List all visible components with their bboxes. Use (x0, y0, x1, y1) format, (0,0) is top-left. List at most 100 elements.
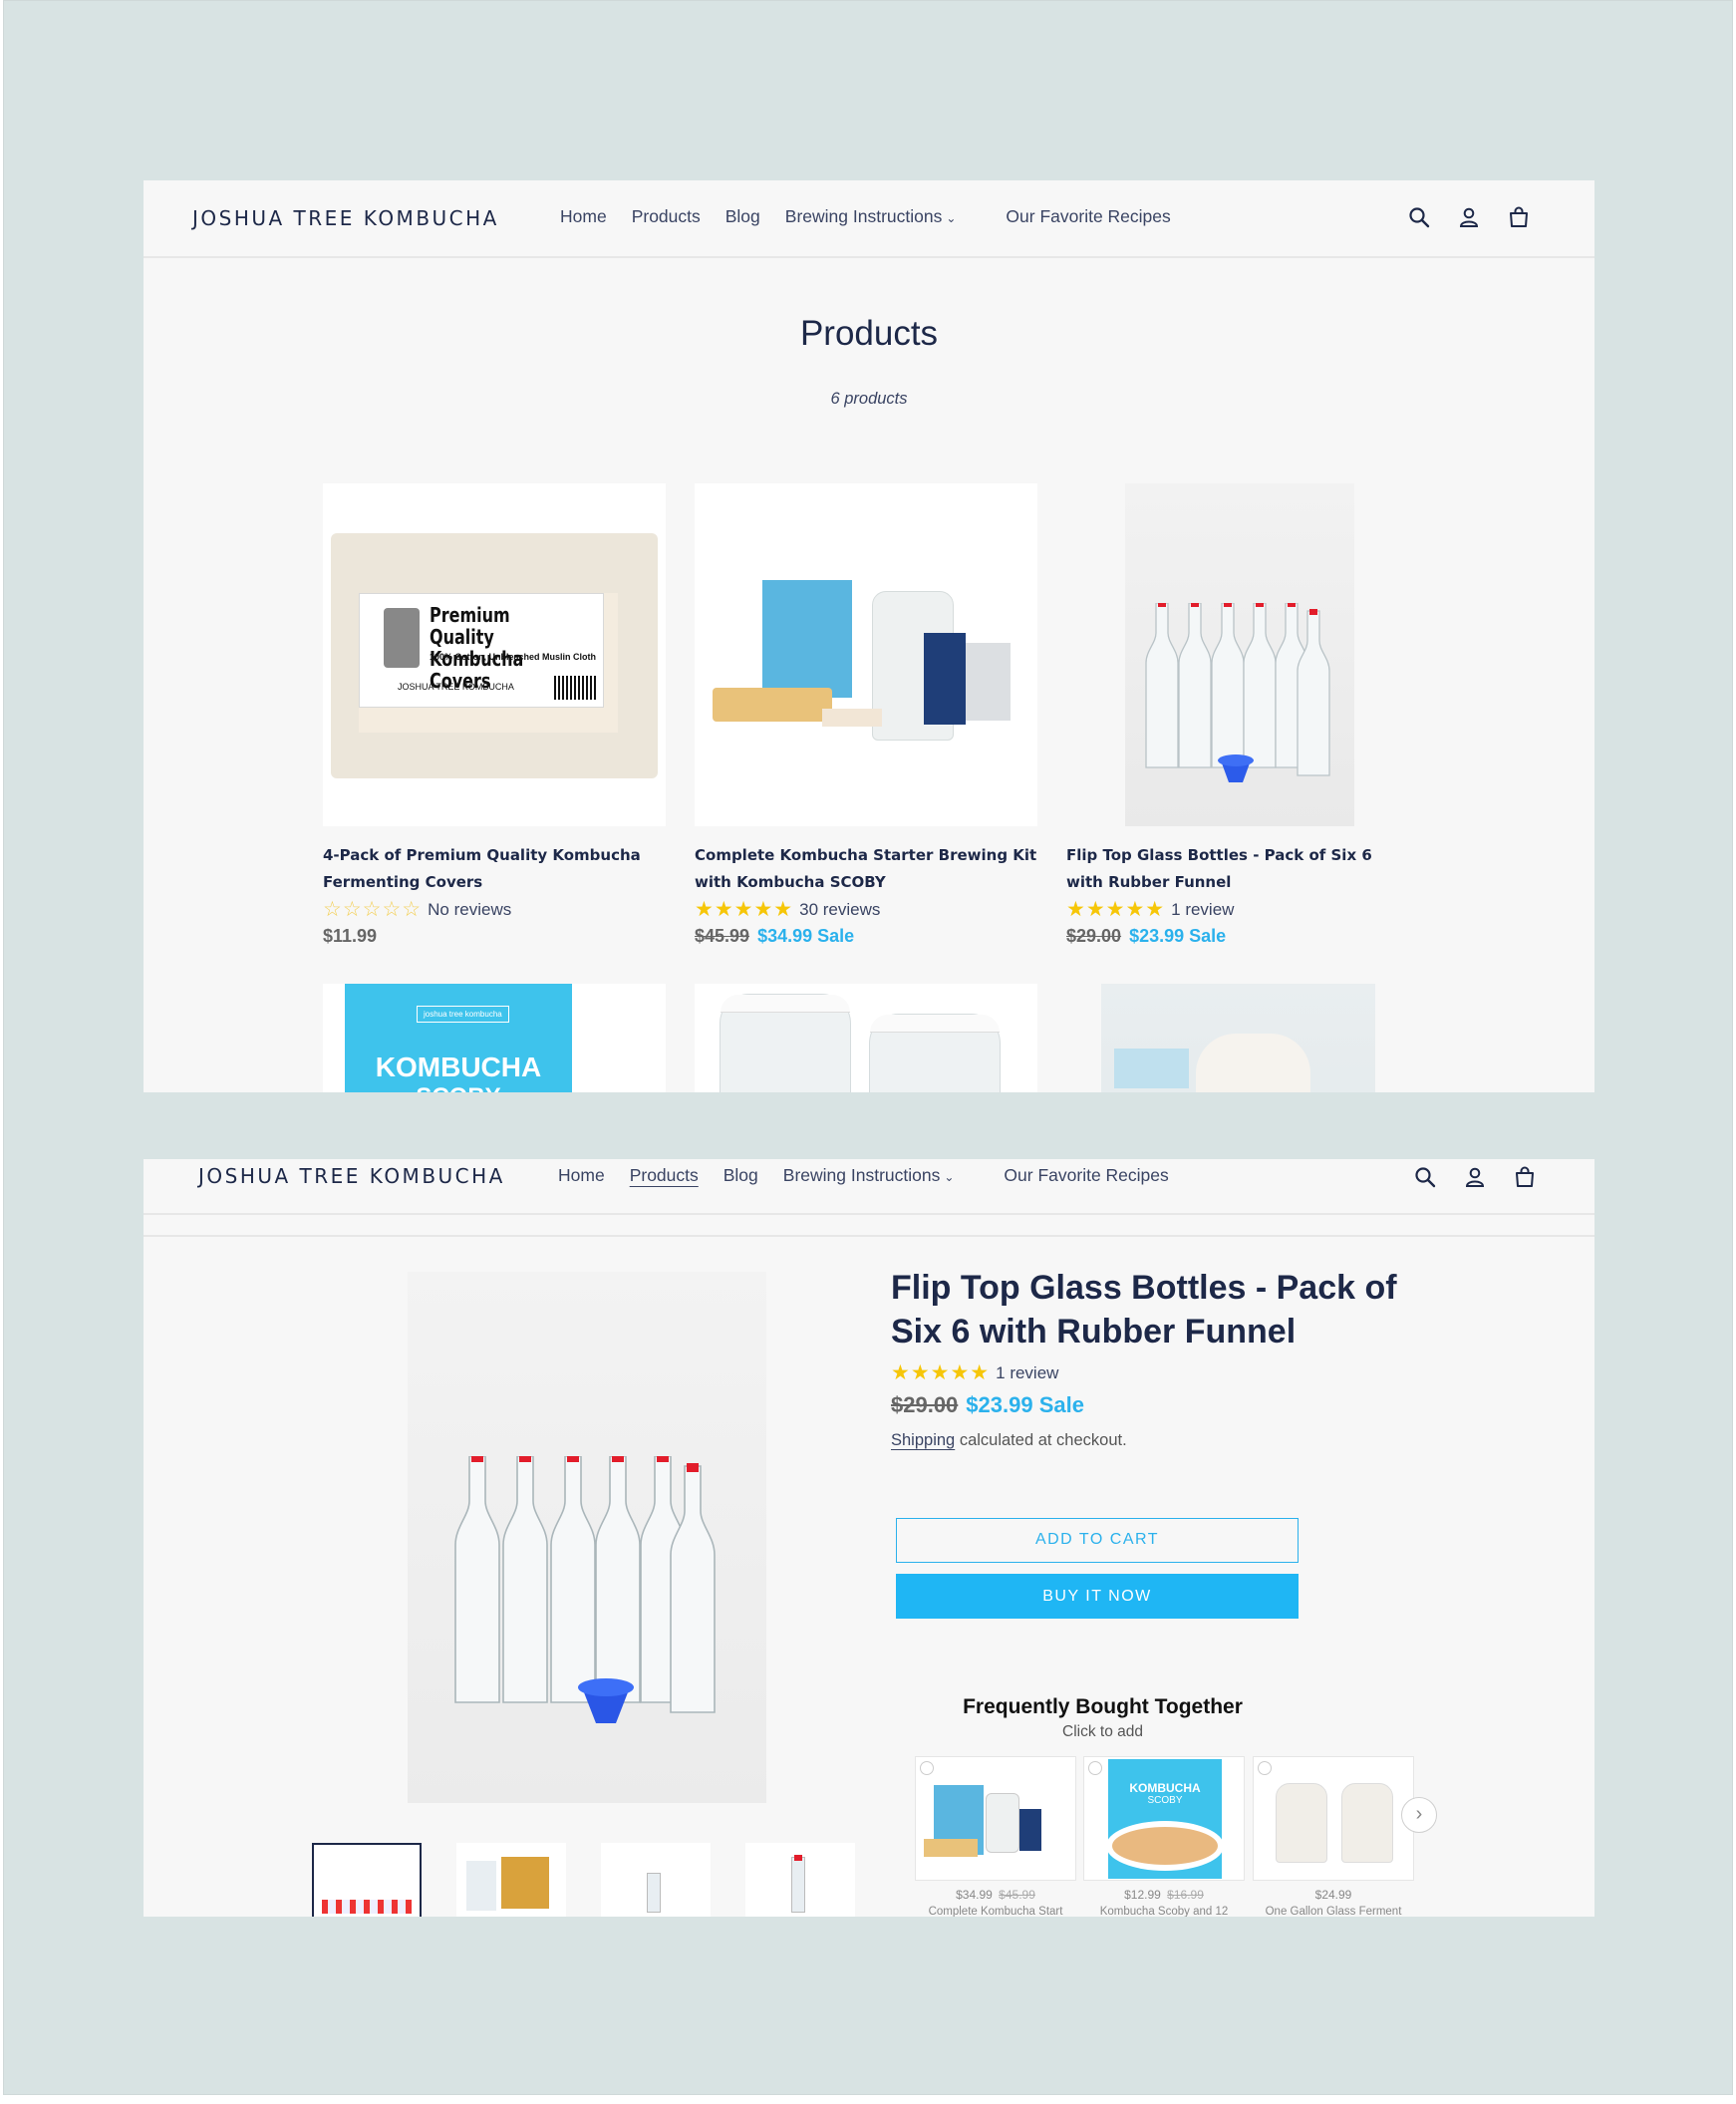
fbt-checkbox[interactable] (1088, 1761, 1102, 1775)
star-rating-icon: ★★★★★ (1066, 898, 1166, 921)
product-name[interactable]: Flip Top Glass Bottles - Pack of Six 6 w… (1066, 842, 1409, 896)
product-main-image[interactable] (408, 1272, 766, 1803)
product-image[interactable] (1066, 984, 1409, 1092)
product-name[interactable]: Complete Kombucha Starter Brewing Kit wi… (695, 842, 1037, 896)
product-price: $29.00 $23.99 Sale (1066, 923, 1409, 950)
shipping-text: calculated at checkout. (955, 1431, 1127, 1449)
collection-page-screenshot: JOSHUA TREE KOMBUCHA Home Products Blog … (144, 180, 1594, 1092)
fbt-item[interactable] (915, 1756, 1076, 1881)
fbt-subtitle: Click to add (1062, 1723, 1143, 1740)
fbt-item-name[interactable]: Complete Kombucha Start (915, 1906, 1076, 1917)
product-rating: ★★★★★ 30 reviews (695, 896, 1037, 923)
compare-price: $45.99 (695, 926, 750, 946)
package-title: KOMBUCHA (375, 1052, 542, 1082)
scoby-package-shape: joshua tree kombucha KOMBUCHA SCOBY (345, 984, 572, 1092)
product-card[interactable]: Flip Top Glass Bottles - Pack of Six 6 w… (1066, 483, 1409, 950)
buy-it-now-button[interactable]: BUY IT NOW (896, 1574, 1299, 1619)
thumbnail-bottle-shape (791, 1857, 805, 1913)
fbt-price: $24.99 (1314, 1888, 1352, 1902)
product-rating: ☆☆☆☆☆ No reviews (323, 896, 666, 923)
bottles-illustration (1145, 603, 1330, 782)
scoby-disc-shape (1106, 1821, 1224, 1871)
kit-box-shape (762, 580, 852, 698)
product-thumbnail[interactable] (312, 1843, 422, 1917)
product-card[interactable]: Complete Kombucha Starter Brewing Kit wi… (695, 483, 1037, 950)
shipping-link[interactable]: Shipping (891, 1431, 955, 1449)
fbt-item-name[interactable]: Kombucha Scoby and 12 (1083, 1906, 1245, 1917)
nav-blog[interactable]: Blog (725, 206, 760, 227)
fbt-price: $34.99 (956, 1888, 993, 1902)
nav-blog[interactable]: Blog (723, 1165, 758, 1186)
product-image[interactable] (695, 984, 1037, 1092)
scoby-pouch-shape (713, 688, 832, 722)
review-count[interactable]: 1 review (996, 1363, 1058, 1383)
product-image[interactable] (695, 483, 1037, 826)
account-icon[interactable] (1463, 1165, 1487, 1189)
product-price: $29.00 $23.99 Sale (891, 1391, 1084, 1418)
star-rating-icon: ☆☆☆☆☆ (323, 898, 423, 921)
instructions-box-shape (1019, 1809, 1041, 1851)
shipping-note: Shipping calculated at checkout. (891, 1431, 1127, 1450)
cart-icon[interactable] (1507, 205, 1531, 229)
product-title: Flip Top Glass Bottles - Pack of Six 6 w… (891, 1269, 1397, 1351)
fbt-item-price: $12.99 $16.99 (1083, 1888, 1245, 1902)
nav-brewing-instructions[interactable]: Brewing Instructions ⌄ (785, 206, 982, 227)
product-image[interactable]: joshua tree kombucha KOMBUCHA SCOBY (323, 984, 666, 1092)
nav-brewing-instructions[interactable]: Brewing Instructions ⌄ (783, 1165, 980, 1186)
instructions-box-shape (924, 633, 966, 725)
compare-price: $29.00 (1066, 926, 1122, 946)
label-line-1: Premium Quality (430, 603, 510, 649)
strips-shape (822, 709, 882, 727)
product-thumbnail[interactable] (745, 1843, 855, 1917)
site-logo[interactable]: JOSHUA TREE KOMBUCHA (192, 206, 499, 230)
product-card[interactable] (1066, 984, 1409, 1092)
label-line-3: 100% Cotton, Unbleached Muslin Cloth (430, 652, 597, 662)
nav-products[interactable]: Products (632, 206, 701, 227)
thumbnail-cap-shape (794, 1855, 802, 1861)
chevron-down-icon: ⌄ (946, 211, 957, 225)
product-page-screenshot: JOSHUA TREE KOMBUCHA Home Products Blog … (144, 1159, 1594, 1917)
account-icon[interactable] (1457, 205, 1481, 229)
regular-price: $11.99 (323, 926, 378, 946)
nav-recipes[interactable]: Our Favorite Recipes (1006, 206, 1170, 227)
product-count: 6 products (830, 390, 908, 408)
product-name[interactable]: 4-Pack of Premium Quality Kombucha Ferme… (323, 842, 666, 896)
fbt-checkbox[interactable] (1258, 1761, 1272, 1775)
nav-home[interactable]: Home (558, 1165, 605, 1186)
nav-home[interactable]: Home (560, 206, 607, 227)
product-thumbnail[interactable] (601, 1843, 711, 1917)
product-price: $45.99 $34.99 Sale (695, 923, 1037, 950)
nav-recipes[interactable]: Our Favorite Recipes (1004, 1165, 1168, 1186)
search-icon[interactable] (1407, 205, 1431, 229)
product-image[interactable]: Premium Quality Kombucha Covers 100% Cot… (323, 483, 666, 826)
product-card[interactable]: Premium Quality Kombucha Covers 100% Cot… (323, 483, 666, 950)
main-nav: Home Products Blog Brewing Instructions ⌄… (558, 1165, 1194, 1186)
product-rating: ★★★★★ 1 review (1066, 896, 1409, 923)
sale-price: $23.99 Sale (1129, 926, 1227, 946)
site-logo[interactable]: JOSHUA TREE KOMBUCHA (198, 1164, 505, 1188)
product-card[interactable] (695, 984, 1037, 1092)
sale-price: $34.99 Sale (757, 926, 855, 946)
product-image[interactable] (1066, 483, 1409, 826)
thumbnail-bottles-shape (466, 1861, 496, 1911)
fbt-item-name[interactable]: One Gallon Glass Ferment (1253, 1906, 1414, 1917)
fbt-item[interactable] (1253, 1756, 1414, 1881)
bottles-illustration (454, 1456, 716, 1723)
package-brand: joshua tree kombucha (417, 1006, 509, 1023)
thumbnail-art (322, 1900, 412, 1914)
cart-icon[interactable] (1513, 1165, 1537, 1189)
product-price: $11.99 (323, 923, 666, 950)
product-card[interactable]: joshua tree kombucha KOMBUCHA SCOBY (323, 984, 666, 1092)
chevron-right-icon[interactable]: › (1401, 1797, 1437, 1833)
package-subtitle: SCOBY (345, 1083, 572, 1092)
fbt-item-price: $24.99 (1253, 1888, 1414, 1902)
search-icon[interactable] (1413, 1165, 1437, 1189)
tea-pouch-shape (966, 643, 1011, 721)
fbt-checkbox[interactable] (920, 1761, 934, 1775)
add-to-cart-button[interactable]: ADD TO CART (896, 1518, 1299, 1563)
fbt-item[interactable]: KOMBUCHA SCOBY (1083, 1756, 1245, 1881)
fbt-price: $12.99 (1124, 1888, 1161, 1902)
box-shape (1114, 1049, 1189, 1088)
nav-products[interactable]: Products (630, 1165, 699, 1186)
product-thumbnail[interactable] (456, 1843, 566, 1917)
